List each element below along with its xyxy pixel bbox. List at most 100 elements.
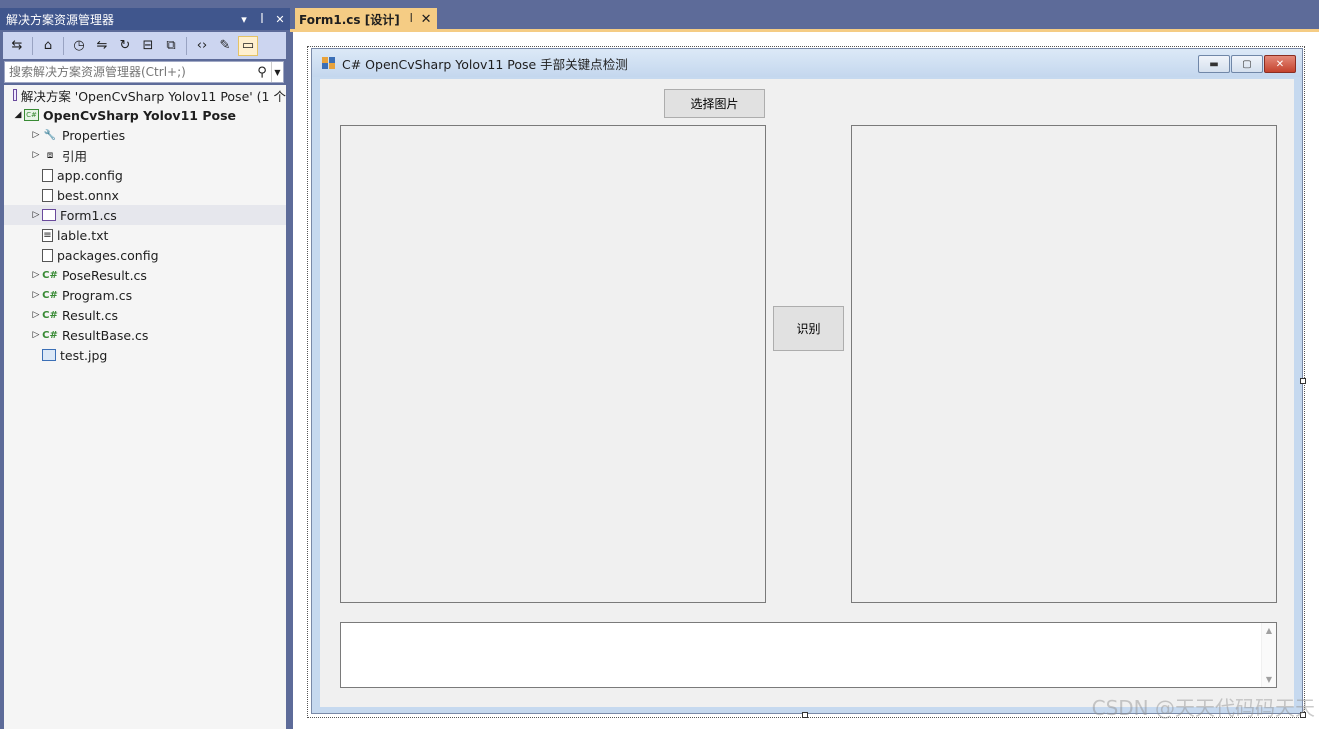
tree-item-label: 引用 bbox=[62, 148, 88, 164]
toolbar-separator bbox=[63, 36, 64, 55]
close-icon[interactable]: ✕ bbox=[1264, 55, 1296, 73]
form-client-area: 选择图片 识别 ▲ ▼ bbox=[320, 79, 1294, 707]
expand-arrow-icon[interactable]: ▷ bbox=[30, 310, 42, 320]
toolbar-separator bbox=[32, 36, 33, 55]
expand-arrow-icon[interactable]: ◢ bbox=[12, 110, 24, 120]
form-app-icon bbox=[322, 57, 336, 69]
tree-item[interactable]: ▷ Form1.cs bbox=[4, 205, 286, 225]
wrench-icon: 🔧 bbox=[43, 129, 57, 141]
tree-item[interactable]: best.onnx bbox=[4, 185, 286, 205]
tree-item-label: PoseResult.cs bbox=[62, 267, 147, 283]
solution-search-input[interactable] bbox=[5, 65, 253, 79]
scroll-up-icon[interactable]: ▲ bbox=[1266, 626, 1272, 635]
csharp-file-icon: C# bbox=[42, 329, 58, 341]
tree-item-label: Result.cs bbox=[62, 307, 118, 323]
solution-tree: 解决方案 'OpenCvSharp Yolov11 Pose' (1 个 ◢ C# O… bbox=[4, 85, 286, 729]
tree-item[interactable]: ▷ C# PoseResult.cs bbox=[4, 265, 286, 285]
tree-item-label: 解决方案 'OpenCvSharp Yolov11 Pose' (1 个 bbox=[20, 88, 286, 104]
solution-explorer-title: 解决方案资源管理器 bbox=[6, 12, 115, 27]
switch-views-icon[interactable]: ⇋ bbox=[92, 36, 112, 56]
tree-item-label: ResultBase.cs bbox=[62, 327, 149, 343]
config-file-icon bbox=[42, 248, 53, 262]
tree-item-label: Form1.cs bbox=[60, 207, 117, 223]
tree-item-label: Program.cs bbox=[62, 287, 133, 303]
close-panel-icon[interactable]: ✕ bbox=[272, 13, 288, 26]
properties-icon[interactable]: ✎ bbox=[215, 36, 235, 56]
solution-explorer-search-box[interactable]: ⚲ ▼ bbox=[4, 61, 284, 83]
view-code-icon[interactable]: ‹› bbox=[192, 36, 212, 56]
tab-label: Form1.cs [设计] bbox=[299, 13, 400, 27]
tree-item[interactable]: ▷ ⧈ 引用 bbox=[4, 145, 286, 165]
tree-item[interactable]: ▷ C# ResultBase.cs bbox=[4, 325, 286, 345]
form-title-bar: C# OpenCvSharp Yolov11 Pose 手部关键点检测 ▬ ▢ … bbox=[312, 49, 1302, 77]
solution-explorer-title-bar: 解决方案资源管理器 ▾ ꟾ ✕ bbox=[0, 8, 290, 30]
expand-arrow-icon[interactable]: ▷ bbox=[30, 270, 42, 280]
tree-item[interactable]: ▷ 🔧 Properties bbox=[4, 125, 286, 145]
minimize-icon[interactable]: ▬ bbox=[1198, 55, 1230, 73]
form-window-buttons: ▬ ▢ ✕ bbox=[1198, 55, 1296, 73]
source-picture-box[interactable] bbox=[340, 125, 766, 603]
expand-arrow-icon[interactable]: ▷ bbox=[30, 150, 42, 160]
tree-item[interactable]: ◢ C# OpenCvSharp Yolov11 Pose bbox=[4, 105, 286, 125]
scroll-down-icon[interactable]: ▼ bbox=[1266, 675, 1272, 684]
toolbar-separator bbox=[186, 36, 187, 55]
output-textbox[interactable]: ▲ ▼ bbox=[340, 622, 1277, 688]
designer-surface: C# OpenCvSharp Yolov11 Pose 手部关键点检测 ▬ ▢ … bbox=[293, 32, 1319, 729]
expand-arrow-icon[interactable]: ▷ bbox=[30, 130, 42, 140]
csharp-file-icon: C# bbox=[42, 309, 58, 321]
editor-area: Form1.cs [设计] ꟾ ✕ C# OpenCvSharp Yolov11… bbox=[290, 0, 1319, 729]
csharp-project-icon: C# bbox=[24, 109, 39, 121]
auto-hide-pin-icon[interactable]: ꟾ bbox=[254, 13, 270, 26]
tree-item[interactable]: ▷ C# Result.cs bbox=[4, 305, 286, 325]
tree-item[interactable]: test.jpg bbox=[4, 345, 286, 365]
image-file-icon bbox=[42, 349, 56, 361]
pending-changes-filter-icon[interactable]: ◷ bbox=[69, 36, 89, 56]
tree-item[interactable]: app.config bbox=[4, 165, 286, 185]
solution-explorer-toolbar: ⇆ ⌂ ◷ ⇋ ↻ ⊟ ⧉ ‹› ✎ ▭ bbox=[3, 32, 286, 59]
tree-item[interactable]: ≡ lable.txt bbox=[4, 225, 286, 245]
expand-arrow-icon[interactable]: ▷ bbox=[30, 290, 42, 300]
preview-selected-items-icon[interactable]: ▭ bbox=[238, 35, 258, 56]
tree-item[interactable]: 解决方案 'OpenCvSharp Yolov11 Pose' (1 个 bbox=[4, 85, 286, 105]
select-image-button[interactable]: 选择图片 bbox=[664, 89, 765, 118]
result-picture-box[interactable] bbox=[851, 125, 1277, 603]
tree-item-label: packages.config bbox=[57, 247, 159, 263]
expand-arrow-icon[interactable]: ▷ bbox=[30, 210, 42, 220]
form-caption-text: C# OpenCvSharp Yolov11 Pose 手部关键点检测 bbox=[342, 56, 628, 72]
tree-item-label: lable.txt bbox=[57, 227, 109, 243]
solution-icon bbox=[13, 89, 17, 101]
sync-with-active-document-icon[interactable]: ⇆ bbox=[7, 36, 27, 56]
form-icon bbox=[42, 209, 56, 221]
tree-item-label: app.config bbox=[57, 167, 123, 183]
designed-form-window[interactable]: C# OpenCvSharp Yolov11 Pose 手部关键点检测 ▬ ▢ … bbox=[311, 48, 1303, 714]
search-icon[interactable]: ⚲ bbox=[253, 65, 271, 80]
search-options-dropdown-icon[interactable]: ▼ bbox=[271, 62, 283, 82]
tree-item-label: Properties bbox=[62, 127, 126, 143]
tree-item-label: test.jpg bbox=[60, 347, 108, 363]
tab-form1-design[interactable]: Form1.cs [设计] ꟾ ✕ bbox=[295, 8, 437, 31]
tab-pin-icon[interactable]: ꟾ bbox=[410, 14, 413, 25]
tree-item-label: best.onnx bbox=[57, 187, 119, 203]
maximize-icon[interactable]: ▢ bbox=[1231, 55, 1263, 73]
refresh-icon[interactable]: ↻ bbox=[115, 36, 135, 56]
resize-grip-right[interactable] bbox=[1300, 378, 1306, 384]
window-position-dropdown-icon[interactable]: ▾ bbox=[236, 13, 252, 26]
show-all-files-icon[interactable]: ⧉ bbox=[161, 36, 181, 56]
resize-grip-bottom[interactable] bbox=[802, 712, 808, 718]
file-icon bbox=[42, 188, 53, 202]
tree-item-label: OpenCvSharp Yolov11 Pose bbox=[43, 107, 236, 123]
detect-button[interactable]: 识别 bbox=[773, 306, 844, 351]
expand-arrow-icon[interactable]: ▷ bbox=[30, 330, 42, 340]
home-icon[interactable]: ⌂ bbox=[38, 36, 58, 56]
tab-close-icon[interactable]: ✕ bbox=[421, 12, 432, 27]
watermark-text: CSDN @天天代码码天天 bbox=[1091, 696, 1315, 720]
document-tab-strip: Form1.cs [设计] ꟾ ✕ bbox=[290, 0, 1319, 31]
text-file-icon: ≡ bbox=[42, 228, 53, 242]
collapse-all-icon[interactable]: ⊟ bbox=[138, 36, 158, 56]
output-vertical-scrollbar[interactable]: ▲ ▼ bbox=[1261, 623, 1276, 687]
csharp-file-icon: C# bbox=[42, 269, 58, 281]
tree-item[interactable]: packages.config bbox=[4, 245, 286, 265]
tree-item[interactable]: ▷ C# Program.cs bbox=[4, 285, 286, 305]
csharp-file-icon: C# bbox=[42, 289, 58, 301]
config-file-icon bbox=[42, 168, 53, 182]
